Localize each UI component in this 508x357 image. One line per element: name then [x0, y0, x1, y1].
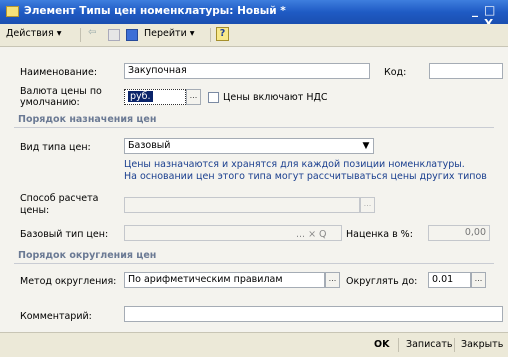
title-bar: Элемент Типы цен номенклатуры: Новый * _…: [0, 0, 508, 31]
currency-input[interactable]: руб.: [124, 89, 186, 105]
price-kind-select[interactable]: Базовый: [124, 138, 374, 154]
section-title: Порядок округления цен: [18, 250, 157, 261]
name-label: Наименование:: [20, 67, 98, 78]
close-button[interactable]: Закрыть: [461, 339, 503, 350]
toolbar-separator: [210, 28, 211, 42]
round-method-select-button[interactable]: ...: [325, 272, 340, 288]
code-input[interactable]: [429, 63, 503, 79]
currency-select-button[interactable]: ...: [186, 89, 201, 105]
round-to-input[interactable]: 0.01: [428, 272, 471, 288]
currency-value: руб.: [128, 91, 153, 102]
ok-button[interactable]: OK: [374, 339, 389, 350]
bottom-bar: OK Записать Закрыть: [0, 332, 508, 357]
catalog-icon: [6, 6, 19, 17]
info-note-line2: На основании цен этого типа могут рассчи…: [124, 171, 487, 182]
window-title: Элемент Типы цен номенклатуры: Новый *: [24, 5, 286, 17]
help-icon[interactable]: ?: [216, 27, 229, 41]
calc-method-select-button: ...: [360, 197, 375, 213]
markup-label: Наценка в %:: [346, 229, 413, 240]
vat-label: Цены включают НДС: [223, 92, 328, 103]
chevron-down-icon[interactable]: ▼: [359, 139, 373, 153]
currency-label-line1: Валюта цены по: [20, 86, 102, 97]
save-button[interactable]: Записать: [406, 339, 452, 350]
minimize-button[interactable]: _: [472, 3, 478, 17]
name-input[interactable]: Закупочная: [124, 63, 370, 79]
base-price-buttons: ... × Q: [296, 229, 327, 240]
dialog-window: Элемент Типы цен номенклатуры: Новый * _…: [0, 0, 508, 357]
markup-input: 0,00: [428, 225, 490, 241]
code-label: Код:: [384, 67, 407, 78]
structure-icon[interactable]: [108, 29, 120, 41]
round-method-input[interactable]: По арифметическим правилам: [124, 272, 325, 288]
toolbar-separator: [80, 28, 81, 42]
currency-label-line2: умолчанию:: [20, 97, 80, 108]
calc-method-label-line1: Способ расчета: [20, 193, 99, 204]
round-to-select-button[interactable]: ...: [471, 272, 486, 288]
section-rounding: Порядок округления цен: [14, 250, 494, 264]
round-method-label: Метод округления:: [20, 276, 117, 287]
calc-method-input: [124, 197, 360, 213]
hierarchy-icon[interactable]: ⇦: [88, 27, 100, 39]
goto-menu[interactable]: Перейти ▾: [144, 28, 195, 39]
vat-checkbox[interactable]: [208, 92, 219, 103]
price-kind-label: Вид типа цен:: [20, 142, 91, 153]
info-note-line1: Цены назначаются и хранятся для каждой п…: [124, 159, 465, 170]
comment-input[interactable]: [124, 306, 503, 322]
calc-method-label-line2: цены:: [20, 205, 50, 216]
round-to-label: Округлять до:: [346, 276, 418, 287]
base-price-label: Базовый тип цен:: [20, 229, 109, 240]
price-kind-value: Базовый: [128, 140, 171, 151]
button-separator: [454, 338, 455, 352]
navigate-icon[interactable]: [126, 29, 138, 41]
actions-menu[interactable]: Действия ▾: [6, 28, 61, 39]
toolbar: Действия ▾ ⇦ Перейти ▾ ?: [0, 24, 508, 47]
section-price-assignment: Порядок назначения цен: [14, 114, 494, 128]
section-title: Порядок назначения цен: [18, 114, 157, 125]
section-divider: [14, 263, 494, 264]
comment-label: Комментарий:: [20, 311, 92, 322]
section-divider: [14, 127, 494, 128]
button-separator: [398, 338, 399, 352]
